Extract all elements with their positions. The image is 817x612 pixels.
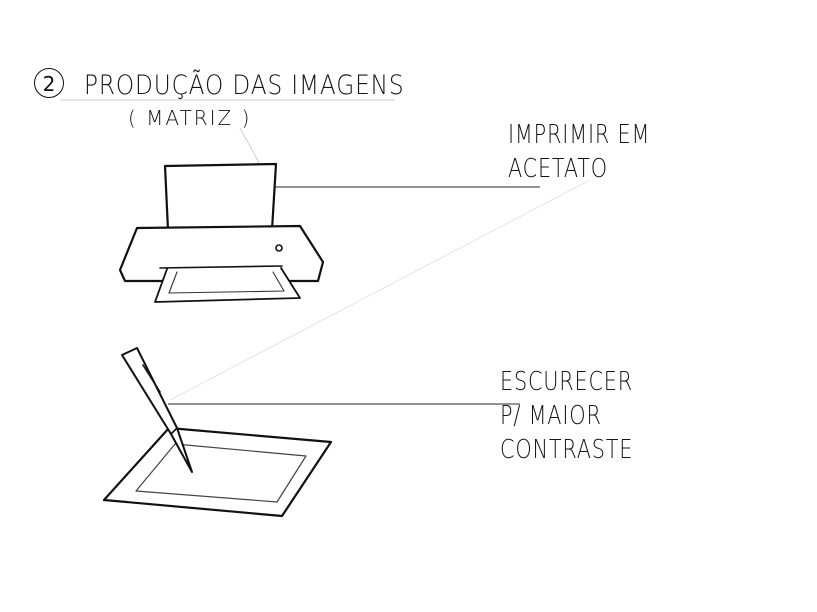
section-title: PRODUÇÃO DAS IMAGENS <box>84 70 405 101</box>
printer-icon <box>118 162 325 303</box>
note-line: ACETATO <box>508 154 608 184</box>
step-note-tracing: ESCURECER P/ MAIOR CONTRASTE <box>500 365 633 467</box>
note-line: CONTRASTE <box>500 435 634 465</box>
pen-on-tablet-icon <box>102 347 333 518</box>
note-line: P/ MAIOR <box>500 401 602 431</box>
guide-line <box>239 127 263 169</box>
section-subtitle: ( MATRIZ ) <box>128 106 252 130</box>
step-note-printer: IMPRIMIR EM ACETATO <box>508 118 650 186</box>
note-line: IMPRIMIR EM <box>508 120 651 150</box>
note-line: ESCURECER <box>500 367 634 397</box>
step-number-badge: 2 <box>34 68 64 98</box>
